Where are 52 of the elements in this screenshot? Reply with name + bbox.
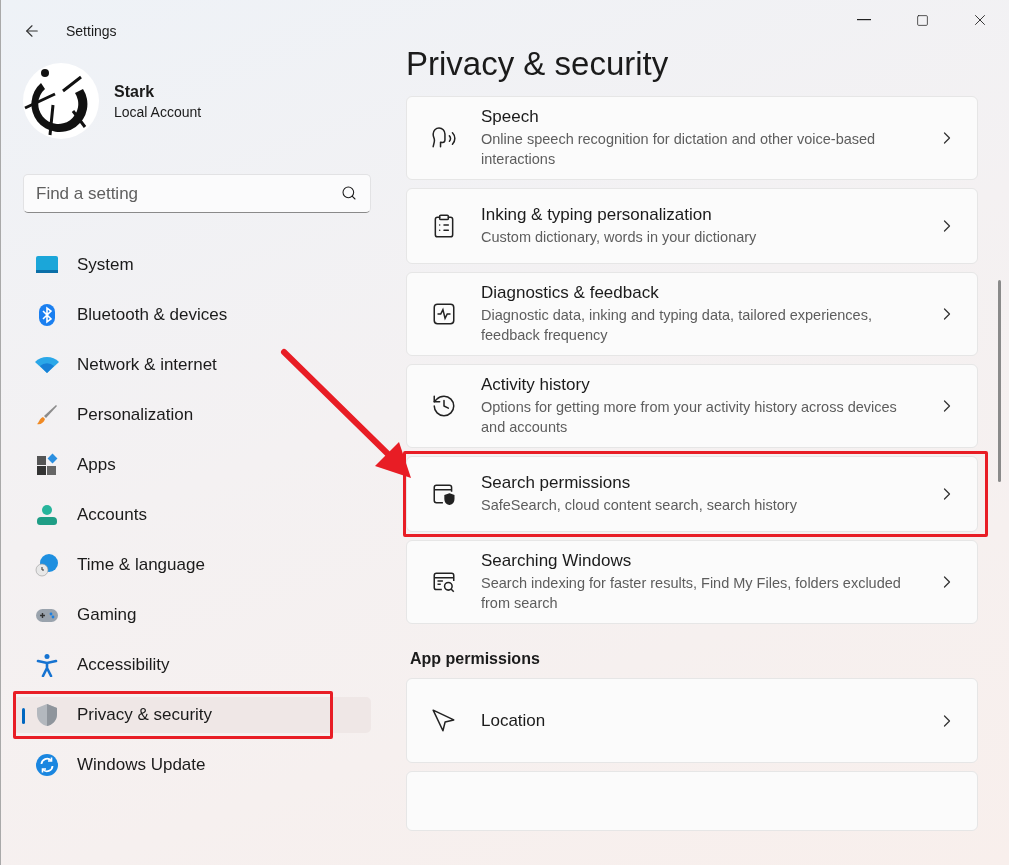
nav-item[interactable]: System: [13, 247, 371, 283]
setting-description: Custom dictionary, words in your dictionary: [481, 228, 758, 247]
setting-description: Options for getting more from your activity history across devices and accounts: [481, 398, 898, 437]
setting-card[interactable]: Inking & typing personalization Custom dictionary, words in your dictionary: [406, 188, 978, 264]
setting-title: Speech: [481, 107, 540, 127]
setting-title: Location: [481, 710, 547, 731]
nav-item[interactable]: Accounts: [13, 497, 371, 533]
setting-card[interactable]: Diagnostics & feedback Diagnostic data, inking and typing data, tailored experiences, feedback frequency: [406, 272, 978, 356]
page-title: Privacy & security: [406, 44, 670, 84]
setting-description: SafeSearch, cloud content search, search history: [481, 496, 798, 515]
setting-title: Search permissions: [481, 473, 632, 493]
nav-item[interactable]: Privacy & security: [13, 697, 371, 733]
setting-title: Inking & typing personalization: [481, 205, 713, 225]
account-type: Local Account: [114, 103, 202, 120]
sync-icon: [35, 753, 59, 777]
minimize-icon: [857, 19, 871, 21]
search-field[interactable]: Find a setting: [23, 174, 371, 213]
setting-title: Diagnostics & feedback: [481, 283, 660, 303]
history-icon: [431, 393, 457, 419]
section-heading: App permissions: [410, 650, 541, 668]
globe-clock-icon: [35, 553, 59, 577]
setting-description: Diagnostic data, inking and typing data, tailored experiences, feedback frequency: [481, 306, 873, 345]
setting-title: Searching Windows: [481, 551, 633, 571]
nav-item[interactable]: Bluetooth & devices: [13, 297, 371, 333]
setting-card[interactable]: Activity history Options for getting more from your activity history across devices and accounts: [406, 364, 978, 448]
setting-title: Activity history: [481, 375, 591, 395]
scrollbar-thumb[interactable]: [998, 280, 1001, 482]
nav-item[interactable]: Accessibility: [13, 647, 371, 683]
window-title: Settings: [66, 23, 117, 39]
search-icon: [341, 185, 357, 201]
nav-item[interactable]: Personalization: [13, 397, 371, 433]
setting-card[interactable]: Searching Windows Search indexing for faster results, Find My Files, folders excluded from search: [406, 540, 978, 624]
setting-card[interactable]: Speech Online speech recognition for dictation and other voice-based interactions: [406, 96, 978, 180]
navigation-arrow-icon: [431, 707, 457, 734]
setting-card[interactable]: Location: [406, 678, 978, 763]
nav-item[interactable]: Apps: [13, 447, 371, 483]
account-name: Stark: [114, 82, 156, 101]
setting-card[interactable]: Search permissions SafeSearch, cloud content search, search history: [406, 456, 978, 532]
pulse-icon: [431, 301, 457, 327]
shield-icon: [35, 703, 59, 727]
accessibility-icon: [35, 653, 59, 677]
person-icon: [35, 503, 59, 527]
nav-item[interactable]: Gaming: [13, 597, 371, 633]
nav-item[interactable]: Windows Update: [13, 747, 371, 783]
nav-item[interactable]: Network & internet: [13, 347, 371, 383]
apps-icon: [35, 453, 59, 477]
maximize-icon: [915, 13, 929, 27]
setting-description: Search indexing for faster results, Find My Files, folders excluded from search: [481, 574, 902, 613]
paintbrush-icon: [35, 403, 59, 427]
nav-item[interactable]: Time & language: [13, 547, 371, 583]
setting-description: Online speech recognition for dictation and other voice-based interactions: [481, 130, 877, 169]
selection-indicator: [22, 708, 25, 724]
